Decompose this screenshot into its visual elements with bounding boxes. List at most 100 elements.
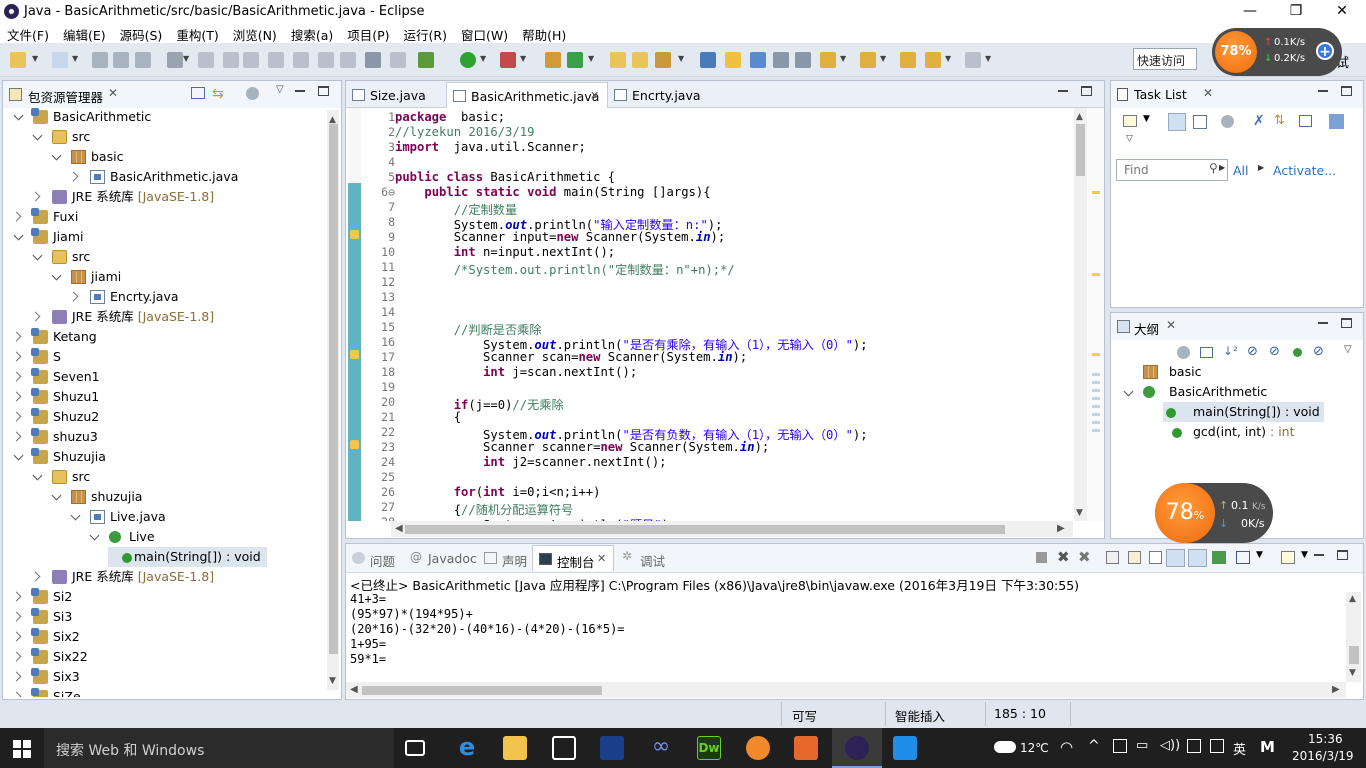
- presentation-icon[interactable]: [794, 736, 818, 760]
- menu-item[interactable]: 窗口(W): [454, 23, 515, 43]
- tree-item[interactable]: Fuxi: [11, 207, 78, 227]
- menu-item[interactable]: 重构(T): [169, 23, 225, 43]
- scroll-left-icon[interactable]: ◀: [395, 523, 403, 534]
- forward-icon[interactable]: [925, 52, 941, 68]
- collapsed-chevron-icon[interactable]: [11, 371, 22, 382]
- tree-item[interactable]: Seven1: [11, 367, 100, 387]
- tree-item[interactable]: shuzujia: [51, 487, 142, 507]
- open-task-icon[interactable]: [632, 52, 648, 68]
- eclipse-taskbar-button[interactable]: [832, 728, 882, 768]
- tree-item[interactable]: src: [32, 127, 90, 147]
- tree-item[interactable]: Six3: [11, 667, 80, 687]
- collapse-all-icon[interactable]: [191, 87, 205, 99]
- console-h-scrollbar[interactable]: ◀ ▶: [346, 682, 1346, 698]
- view-menu-icon[interactable]: ▽: [1344, 344, 1352, 355]
- tree-item[interactable]: Live.java: [70, 507, 166, 527]
- tree-item[interactable]: Live: [89, 527, 155, 547]
- collapsed-chevron-icon[interactable]: [11, 691, 22, 697]
- use-step-filters-icon[interactable]: [390, 52, 406, 68]
- tree-item[interactable]: Shuzujia: [13, 447, 106, 467]
- menu-item[interactable]: 搜索(a): [284, 23, 340, 43]
- tab-javadoc[interactable]: @ Javadoc: [404, 545, 483, 571]
- display-console-icon[interactable]: [1236, 551, 1250, 564]
- focus-workweek-icon[interactable]: [1221, 115, 1234, 128]
- hide-fields-icon[interactable]: ⊘: [1247, 344, 1258, 359]
- taskbar-search-box[interactable]: 搜索 Web 和 Windows: [44, 728, 394, 768]
- collapsed-chevron-icon[interactable]: [11, 611, 22, 622]
- collapsed-chevron-icon[interactable]: [68, 171, 79, 182]
- editor-h-scrollbar[interactable]: ◀ ▶: [391, 521, 1073, 537]
- close-button[interactable]: ✕: [1319, 0, 1365, 23]
- expanded-chevron-icon[interactable]: [32, 470, 43, 481]
- explorer-scroll-thumb[interactable]: [329, 124, 338, 654]
- tree-item[interactable]: Jiami: [13, 227, 83, 247]
- focus-icon[interactable]: [246, 87, 259, 100]
- menu-item[interactable]: 文件(F): [0, 23, 56, 43]
- tree-item[interactable]: JRE 系统库 [JavaSE-1.8]: [30, 307, 214, 327]
- expander-icon[interactable]: [1123, 386, 1134, 397]
- disconnect-icon[interactable]: [268, 52, 284, 68]
- expanded-chevron-icon[interactable]: [89, 530, 100, 541]
- collapsed-chevron-icon[interactable]: [11, 671, 22, 682]
- chevron-down-icon[interactable]: ▼: [480, 54, 486, 63]
- file-explorer-icon[interactable]: [503, 736, 527, 760]
- tree-item[interactable]: BasicArithmetic.java: [68, 167, 238, 187]
- collapsed-chevron-icon[interactable]: [11, 631, 22, 642]
- show-stderr-icon[interactable]: [1188, 549, 1207, 567]
- task-view-icon[interactable]: [405, 740, 425, 756]
- minimize-button[interactable]: —: [1227, 0, 1273, 23]
- skip-breakpoints-icon[interactable]: [167, 52, 183, 68]
- title-bar[interactable]: Java - BasicArithmetic/src/basic/BasicAr…: [0, 0, 1366, 23]
- preferences-icon[interactable]: [1329, 114, 1344, 129]
- sort-icon[interactable]: ↓²: [1223, 344, 1238, 358]
- expanded-chevron-icon[interactable]: [32, 130, 43, 141]
- tab-encrty-java[interactable]: Encrty.java: [608, 82, 708, 108]
- writer-icon[interactable]: [893, 736, 917, 760]
- chevron-down-icon[interactable]: ▼: [880, 54, 886, 63]
- network-speed-widget[interactable]: 78% ↑ 0.1K/s ↓ 0.2K/s +: [1212, 28, 1342, 76]
- tree-item[interactable]: src: [32, 247, 90, 267]
- console-scrollbar[interactable]: ▲ ▼: [1346, 592, 1361, 682]
- expanded-chevron-icon[interactable]: [13, 230, 24, 241]
- new-wizard-icon[interactable]: [52, 52, 68, 68]
- store-icon[interactable]: [552, 736, 576, 760]
- collapsed-chevron-icon[interactable]: [11, 391, 22, 402]
- menu-item[interactable]: 帮助(H): [515, 23, 573, 43]
- toggle-mark-icon[interactable]: [700, 52, 716, 68]
- collapsed-chevron-icon[interactable]: [11, 651, 22, 662]
- view-menu-icon[interactable]: ▽: [276, 84, 284, 95]
- scroll-down-icon[interactable]: ▼: [1076, 508, 1083, 518]
- search-icon[interactable]: [655, 52, 671, 68]
- chevron-down-icon[interactable]: ▼: [945, 54, 951, 63]
- collapsed-chevron-icon[interactable]: [11, 351, 22, 362]
- editor-scrollbar[interactable]: ▲ ▼: [1074, 108, 1087, 521]
- scroll-lock-icon[interactable]: [1128, 551, 1141, 564]
- close-view-icon[interactable]: ✕: [108, 86, 118, 100]
- scroll-down-icon[interactable]: ▼: [1349, 668, 1356, 678]
- tree-item[interactable]: SiZe: [11, 687, 81, 697]
- maximize-view-icon[interactable]: [1341, 86, 1352, 96]
- chevron-down-icon[interactable]: ▼: [520, 54, 526, 63]
- chevron-down-icon[interactable]: ▼: [985, 54, 991, 63]
- hide-completed-icon[interactable]: ✗: [1253, 113, 1265, 129]
- highlight-icon[interactable]: [725, 52, 741, 68]
- quick-access-input[interactable]: 快速访问: [1133, 48, 1197, 70]
- chevron-down-icon[interactable]: ▼: [588, 54, 594, 63]
- scheduled-icon[interactable]: [1193, 115, 1207, 129]
- expanded-chevron-icon[interactable]: [32, 250, 43, 261]
- tree-item[interactable]: Six2: [11, 627, 80, 647]
- outline-item-class[interactable]: BasicArithmetic: [1123, 382, 1267, 402]
- battery-icon[interactable]: ▭: [1136, 738, 1148, 753]
- collapsed-chevron-icon[interactable]: [30, 311, 41, 322]
- hide-static-icon[interactable]: ⊘: [1269, 344, 1280, 359]
- console-output[interactable]: 41+3= (95*97)*(194*95)+ (20*16)-(32*20)-(4…: [346, 592, 1346, 684]
- maximize-view-icon[interactable]: [1337, 550, 1348, 560]
- collapsed-chevron-icon[interactable]: [11, 331, 22, 342]
- tree-item[interactable]: main(String[]) : void: [108, 547, 267, 567]
- expanded-chevron-icon[interactable]: [51, 270, 62, 281]
- back-icon[interactable]: [900, 52, 916, 68]
- resume-icon[interactable]: [198, 52, 214, 68]
- tray-icon[interactable]: [1113, 739, 1127, 753]
- run-icon[interactable]: [460, 52, 476, 68]
- minimize-editor-icon[interactable]: [1058, 90, 1068, 92]
